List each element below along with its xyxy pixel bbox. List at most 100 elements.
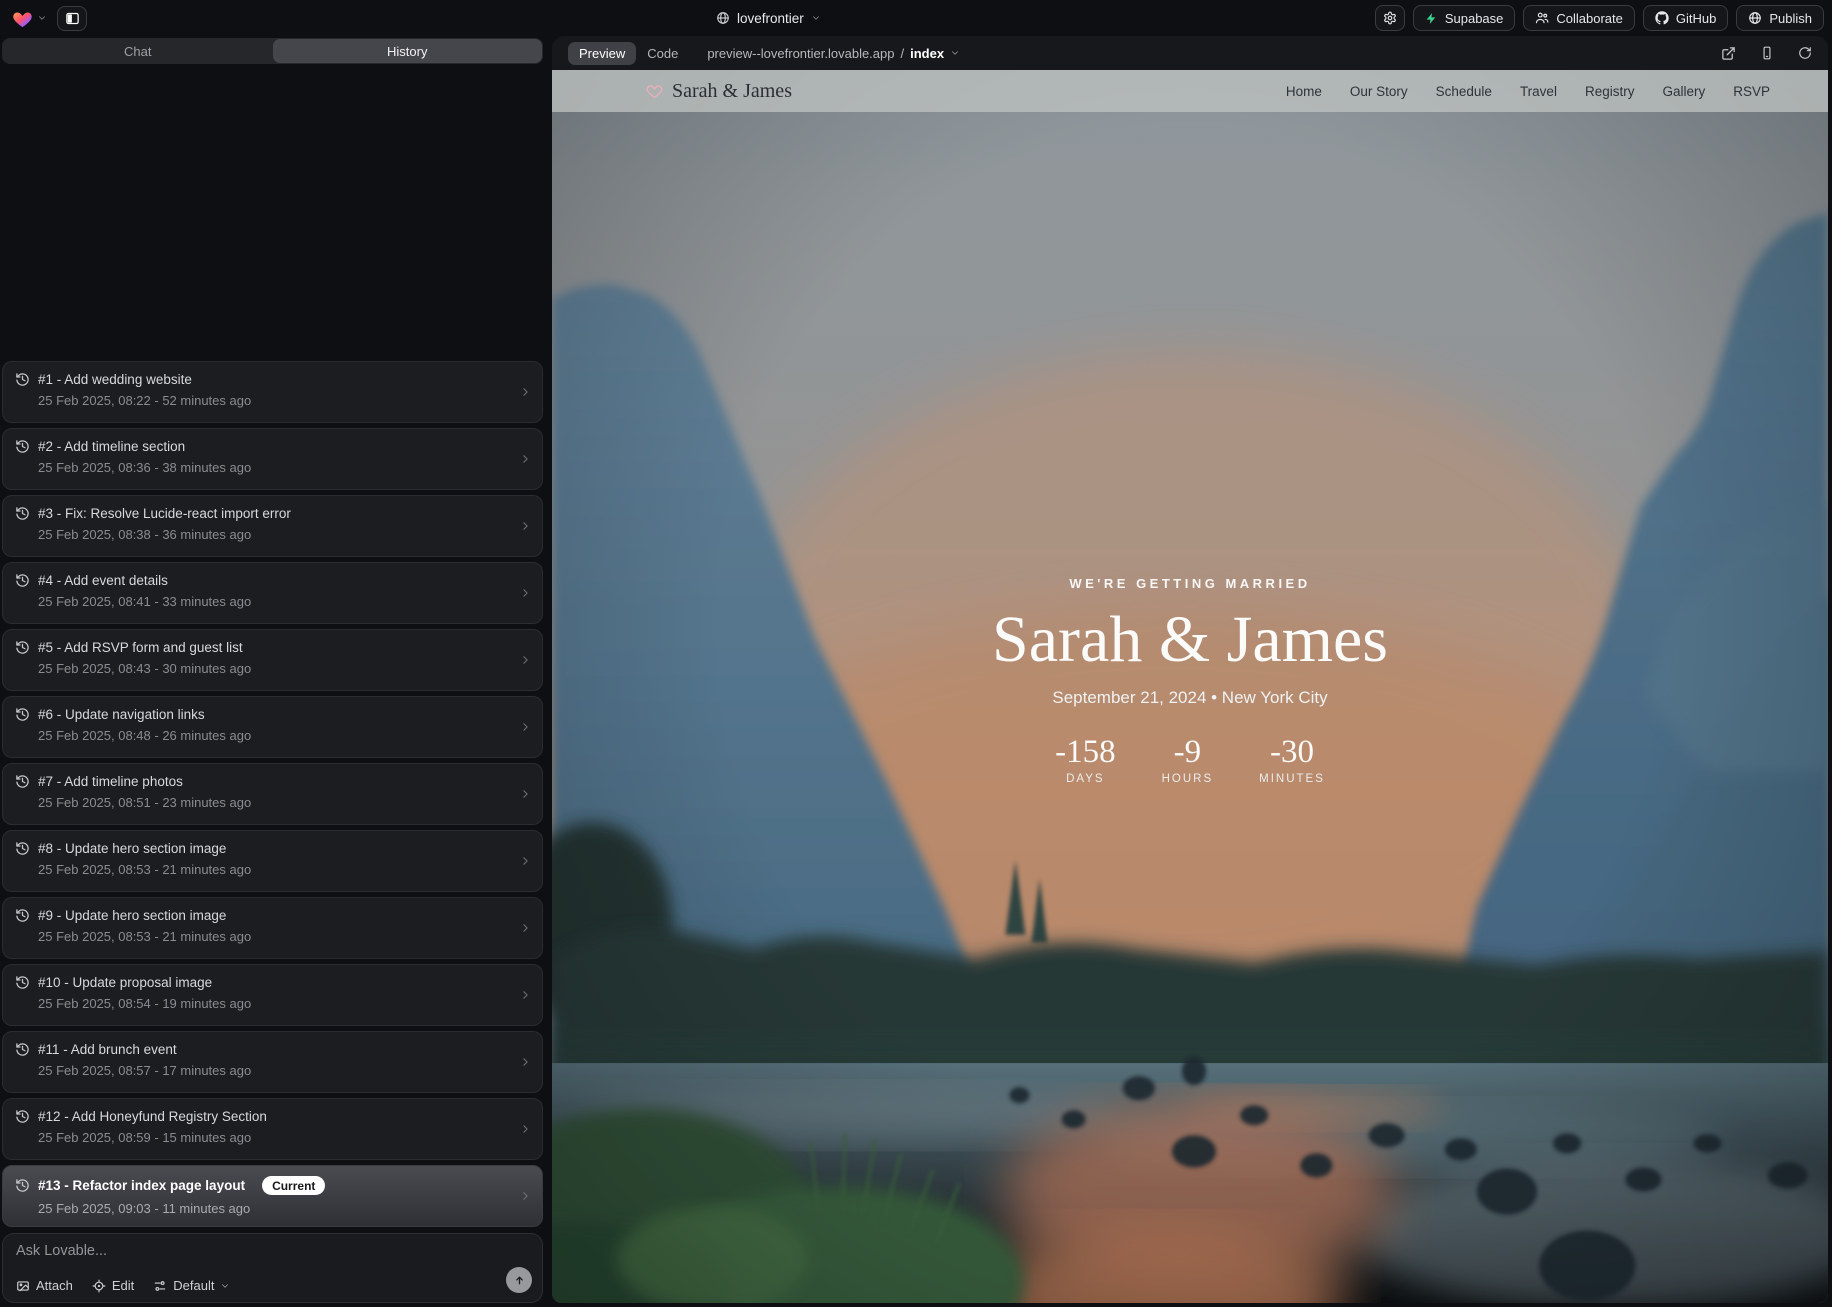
hero-date-location: September 21, 2024 • New York City: [552, 688, 1828, 708]
countdown-label: MINUTES: [1259, 773, 1325, 785]
attach-button[interactable]: Attach: [16, 1278, 73, 1293]
chevron-right-icon[interactable]: [519, 453, 532, 466]
countdown: -158 DAYS -9 HOURS -30 MINUTES: [552, 734, 1828, 785]
settings-button[interactable]: [1375, 5, 1405, 31]
countdown-value: -30: [1259, 734, 1325, 771]
chevron-right-icon[interactable]: [519, 788, 532, 801]
history-list-item[interactable]: #7 - Add timeline photos 25 Feb 2025, 08…: [2, 763, 543, 825]
site-nav-link[interactable]: Registry: [1585, 84, 1635, 99]
version-timestamp: 25 Feb 2025, 08:53 - 21 minutes ago: [38, 929, 514, 944]
history-list-item[interactable]: #12 - Add Honeyfund Registry Section 25 …: [2, 1098, 543, 1160]
publish-label: Publish: [1769, 11, 1812, 26]
supabase-bolt-icon: [1425, 12, 1438, 25]
version-title: #4 - Add event details: [38, 573, 168, 588]
site-nav-link[interactable]: Gallery: [1662, 84, 1705, 99]
version-timestamp: 25 Feb 2025, 08:53 - 21 minutes ago: [38, 862, 514, 877]
collaborate-button[interactable]: Collaborate: [1523, 5, 1635, 31]
site-nav-link[interactable]: Home: [1286, 84, 1322, 99]
history-list-item[interactable]: #13 - Refactor index page layout Current…: [2, 1165, 543, 1227]
edit-select-button[interactable]: Edit: [92, 1278, 134, 1293]
chevron-right-icon[interactable]: [519, 520, 532, 533]
chevron-right-icon[interactable]: [519, 855, 532, 868]
refresh-icon[interactable]: [1798, 46, 1812, 60]
project-name: lovefrontier: [737, 11, 804, 26]
heart-outline-icon: [646, 83, 663, 99]
mobile-view-icon[interactable]: [1760, 46, 1774, 60]
hero-section: WE'RE GETTING MARRIED Sarah & James Sept…: [552, 576, 1828, 785]
site-nav-link[interactable]: Travel: [1520, 84, 1557, 99]
lovable-heart-logo-icon: [12, 9, 33, 28]
site-nav-link[interactable]: Schedule: [1436, 84, 1492, 99]
history-list-item[interactable]: #8 - Update hero section image 25 Feb 20…: [2, 830, 543, 892]
history-list-item[interactable]: #3 - Fix: Resolve Lucide-react import er…: [2, 495, 543, 557]
history-list-item[interactable]: #11 - Add brunch event 25 Feb 2025, 08:5…: [2, 1031, 543, 1093]
github-icon: [1655, 11, 1669, 25]
countdown-value: -9: [1162, 734, 1214, 771]
github-button[interactable]: GitHub: [1643, 5, 1728, 31]
version-timestamp: 25 Feb 2025, 08:59 - 15 minutes ago: [38, 1130, 514, 1145]
chevron-right-icon[interactable]: [519, 721, 532, 734]
version-title: #6 - Update navigation links: [38, 707, 205, 722]
chevron-right-icon[interactable]: [519, 654, 532, 667]
countdown-value: -158: [1055, 734, 1116, 771]
countdown-label: HOURS: [1162, 773, 1214, 785]
chevron-right-icon[interactable]: [519, 587, 532, 600]
history-list-item[interactable]: #4 - Add event details 25 Feb 2025, 08:4…: [2, 562, 543, 624]
github-label: GitHub: [1676, 11, 1716, 26]
chevron-right-icon[interactable]: [519, 1190, 532, 1203]
site-nav-link[interactable]: Our Story: [1350, 84, 1408, 99]
lovable-logo-menu[interactable]: [12, 9, 47, 28]
tab-code[interactable]: Code: [636, 42, 689, 65]
tab-chat[interactable]: Chat: [3, 39, 273, 63]
preview-url[interactable]: preview--lovefrontier.lovable.app / inde…: [707, 46, 960, 61]
tab-history[interactable]: History: [273, 39, 543, 63]
chevron-right-icon[interactable]: [519, 989, 532, 1002]
site-header: Sarah & James Home Our Story Schedule Tr…: [552, 70, 1828, 112]
site-nav-link[interactable]: RSVP: [1733, 84, 1770, 99]
version-title: #1 - Add wedding website: [38, 372, 192, 387]
history-clock-icon: [15, 774, 30, 789]
sidebar-toggle-button[interactable]: [57, 6, 87, 31]
hero-eyebrow: WE'RE GETTING MARRIED: [552, 576, 1828, 591]
chevron-down-icon: [37, 13, 47, 23]
history-list-item[interactable]: #5 - Add RSVP form and guest list 25 Feb…: [2, 629, 543, 691]
mode-selector[interactable]: Default: [153, 1278, 230, 1293]
history-clock-icon: [15, 841, 30, 856]
globe-icon: [1748, 11, 1762, 25]
version-title: #8 - Update hero section image: [38, 841, 226, 856]
chat-composer: Attach Edit Default: [2, 1233, 543, 1303]
chevron-right-icon[interactable]: [519, 386, 532, 399]
site-viewport: Sarah & James Home Our Story Schedule Tr…: [552, 70, 1828, 1303]
chat-input[interactable]: [16, 1243, 529, 1269]
history-list-item[interactable]: #1 - Add wedding website 25 Feb 2025, 08…: [2, 361, 543, 423]
history-clock-icon: [15, 908, 30, 923]
chat-sidebar: Chat History #1 - Add wedding website 25…: [0, 36, 546, 1307]
version-timestamp: 25 Feb 2025, 08:22 - 52 minutes ago: [38, 393, 514, 408]
collaborate-label: Collaborate: [1556, 11, 1623, 26]
send-button[interactable]: [506, 1267, 532, 1293]
version-timestamp: 25 Feb 2025, 08:57 - 17 minutes ago: [38, 1063, 514, 1078]
supabase-button[interactable]: Supabase: [1413, 5, 1516, 31]
chevron-right-icon[interactable]: [519, 1056, 532, 1069]
tab-preview[interactable]: Preview: [568, 42, 636, 65]
history-list-item[interactable]: #2 - Add timeline section 25 Feb 2025, 0…: [2, 428, 543, 490]
history-clock-icon: [15, 1109, 30, 1124]
open-external-icon[interactable]: [1721, 46, 1736, 61]
history-list-item[interactable]: #6 - Update navigation links 25 Feb 2025…: [2, 696, 543, 758]
project-selector[interactable]: lovefrontier: [716, 0, 821, 36]
version-title: #13 - Refactor index page layout: [38, 1178, 245, 1193]
history-list-item[interactable]: #10 - Update proposal image 25 Feb 2025,…: [2, 964, 543, 1026]
chevron-right-icon[interactable]: [519, 922, 532, 935]
hero-title: Sarah & James: [552, 605, 1828, 674]
arrow-up-icon: [513, 1274, 526, 1287]
preview-toolbar: Preview Code preview--lovefrontier.lovab…: [552, 36, 1828, 70]
mode-label: Default: [173, 1278, 214, 1293]
current-badge: Current: [262, 1176, 325, 1195]
version-timestamp: 25 Feb 2025, 08:36 - 38 minutes ago: [38, 460, 514, 475]
gear-icon: [1383, 11, 1397, 25]
chevron-right-icon[interactable]: [519, 1123, 532, 1136]
site-logo[interactable]: Sarah & James: [646, 80, 792, 103]
supabase-label: Supabase: [1445, 11, 1504, 26]
history-list-item[interactable]: #9 - Update hero section image 25 Feb 20…: [2, 897, 543, 959]
publish-button[interactable]: Publish: [1736, 5, 1824, 31]
